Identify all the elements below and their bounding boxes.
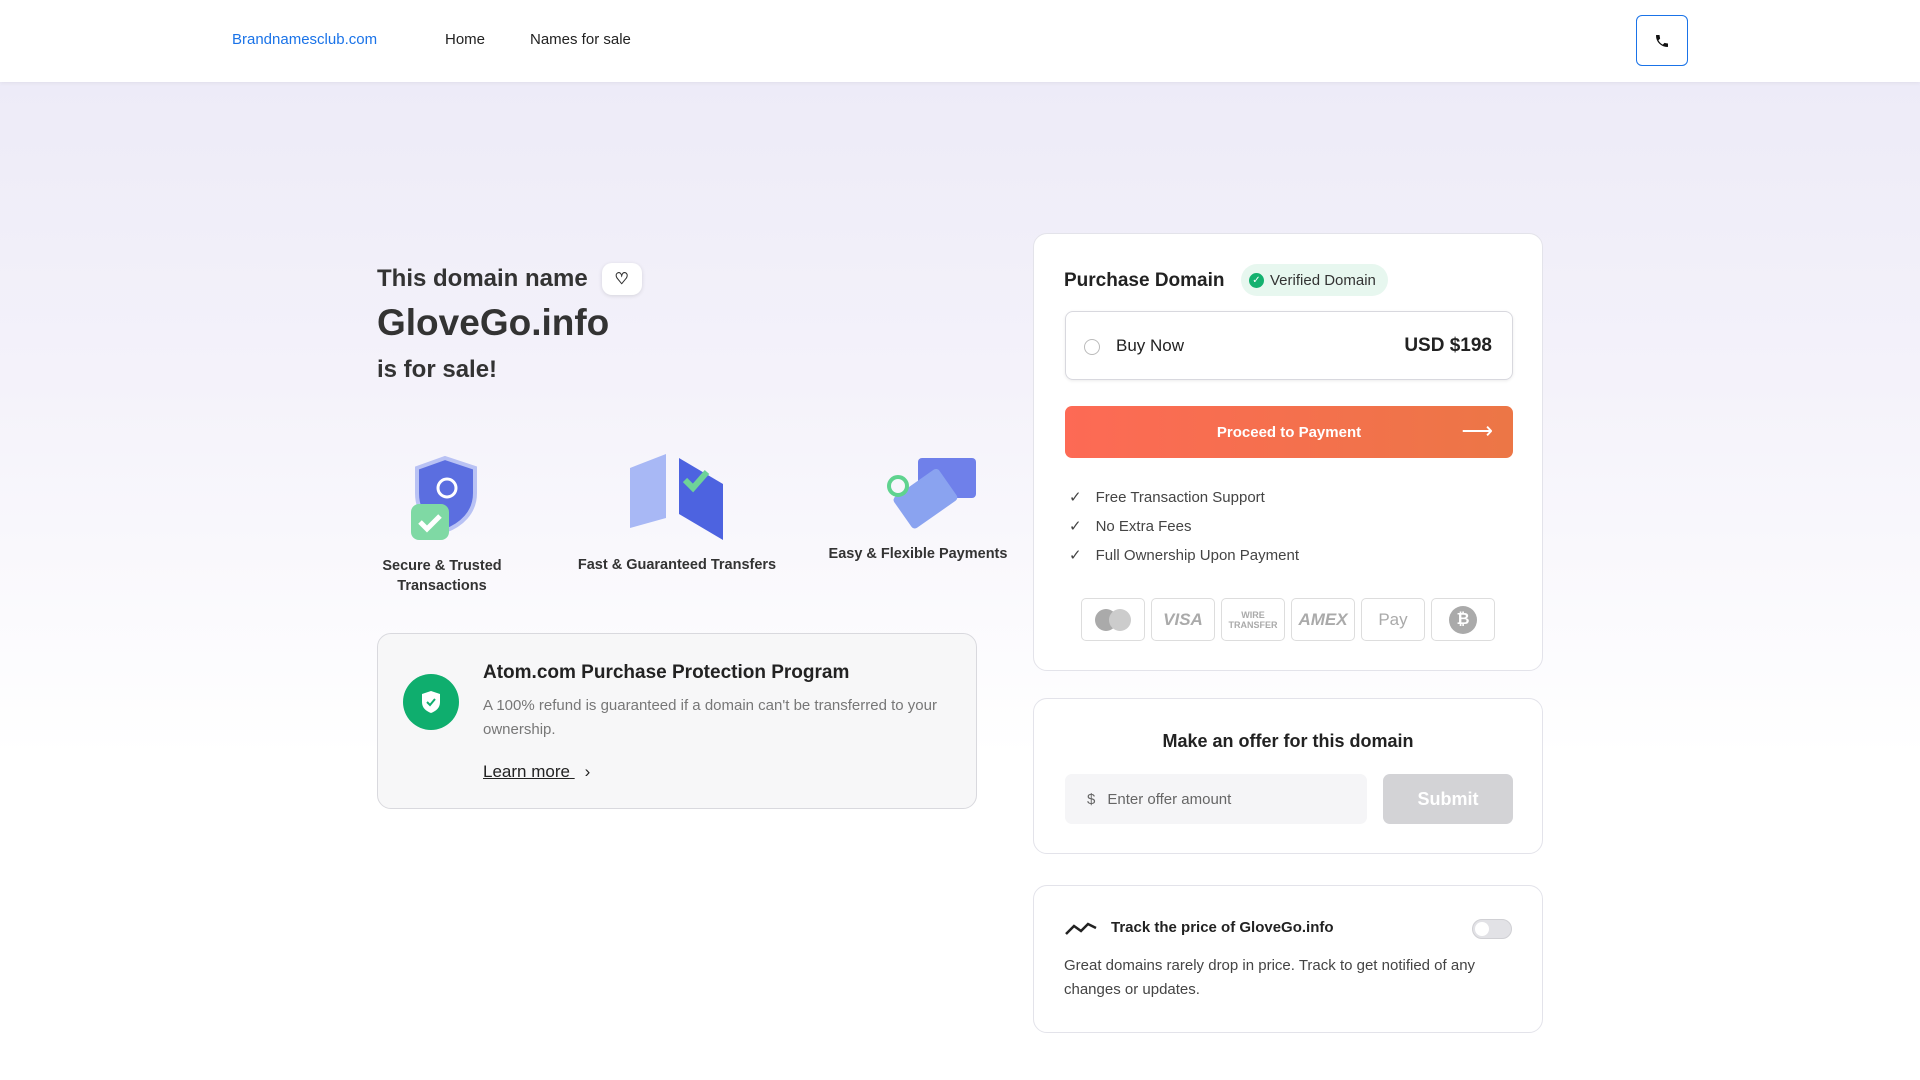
intro-text: This domain name [377, 265, 588, 292]
protection-card: Atom.com Purchase Protection Program A 1… [377, 633, 977, 809]
amex-icon: AMEX [1291, 598, 1355, 641]
arrow-right-icon: ⟶ [1461, 418, 1493, 443]
protection-text: A 100% refund is guaranteed if a domain … [483, 697, 937, 738]
track-text: Great domains rarely drop in price. Trac… [1064, 957, 1476, 998]
chevron-right-icon: › [584, 762, 591, 781]
benefit-label: Free Transaction Support [1095, 488, 1265, 506]
brand-link[interactable]: Brandnamesclub.com [232, 31, 377, 48]
phone-icon [1656, 34, 1668, 47]
track-toggle[interactable] [1472, 919, 1512, 939]
benefit-label: Full Ownership Upon Payment [1095, 546, 1300, 564]
benefit-item: ✓ Full Ownership Upon Payment [1069, 546, 1300, 565]
feature-payments: Easy & Flexible Payments [818, 450, 1018, 564]
learn-more-label: Learn more [483, 762, 570, 781]
feature-label: Easy & Flexible Payments [828, 546, 1008, 562]
payment-methods: VISA WIRE TRANSFER AMEX Pay ₿ [1081, 598, 1495, 641]
check-icon: ✓ [1069, 518, 1082, 535]
cards-icon [887, 458, 976, 529]
bitcoin-icon: ₿ [1431, 598, 1495, 641]
visa-icon: VISA [1151, 598, 1215, 641]
domain-name: GloveGo.info [377, 302, 610, 343]
transfer-icon [630, 454, 723, 540]
price: USD $198 [1404, 335, 1492, 356]
verified-check-icon: ✓ [1249, 272, 1264, 288]
heart-icon: ♡ [614, 271, 629, 288]
track-title: Track the price of GloveGo.info [1111, 919, 1334, 936]
verified-badge: ✓ Verified Domain [1241, 264, 1388, 296]
benefits-list: ✓ Free Transaction Support ✓ No Extra Fees… [1069, 488, 1300, 565]
check-icon: ✓ [1069, 489, 1082, 506]
proceed-label: Proceed to Payment [1216, 423, 1362, 441]
learn-more-link[interactable]: Learn more › [483, 762, 590, 782]
track-card: Track the price of GloveGo.info Great do… [1033, 885, 1543, 1033]
buy-now-radio[interactable] [1084, 339, 1100, 355]
apple-pay-icon: Pay [1361, 598, 1425, 641]
wire-transfer-icon: WIRE TRANSFER [1221, 598, 1285, 641]
feature-transfers: Fast & Guaranteed Transfers [577, 450, 777, 575]
favorite-button[interactable]: ♡ [601, 263, 642, 295]
feature-label: Secure & Trusted Transactions [382, 558, 502, 594]
offer-amount-input[interactable]: $ Enter offer amount [1065, 774, 1367, 824]
buy-now-option[interactable]: Buy Now USD $198 [1065, 311, 1513, 380]
shield-icon [403, 674, 459, 730]
trend-icon [1065, 922, 1097, 935]
benefit-label: No Extra Fees [1095, 517, 1192, 535]
feature-label: Fast & Guaranteed Transfers [577, 557, 777, 573]
verified-label: Verified Domain [1270, 271, 1376, 289]
benefit-item: ✓ Free Transaction Support [1069, 488, 1299, 507]
submit-offer-button[interactable]: Submit [1383, 774, 1513, 824]
benefit-item: ✓ No Extra Fees [1069, 517, 1299, 536]
purchase-card: Purchase Domain ✓ Verified Domain Buy No… [1033, 233, 1543, 671]
purchase-title: Purchase Domain [1064, 270, 1225, 291]
nav-home[interactable]: Home [445, 31, 485, 48]
buy-now-label: Buy Now [1116, 336, 1185, 355]
protection-title: Atom.com Purchase Protection Program [483, 662, 850, 683]
offer-title: Make an offer for this domain [1162, 731, 1414, 751]
phone-button[interactable] [1636, 15, 1688, 66]
nav-names-for-sale[interactable]: Names for sale [530, 31, 631, 48]
mastercard-icon [1081, 598, 1145, 641]
feature-secure: Secure & Trusted Transactions [342, 450, 542, 596]
intro-row: This domain name ♡ [377, 263, 642, 295]
check-icon: ✓ [1069, 547, 1082, 564]
currency-symbol: $ [1087, 790, 1096, 808]
shield-check-icon [411, 455, 477, 540]
offer-placeholder: Enter offer amount [1107, 790, 1232, 808]
offer-card: Make an offer for this domain $ Enter of… [1033, 698, 1543, 854]
for-sale-text: is for sale! [377, 356, 498, 383]
top-nav: Brandnamesclub.com Home Names for sale [0, 0, 1920, 82]
proceed-to-payment-button[interactable]: Proceed to Payment ⟶ [1065, 406, 1513, 458]
